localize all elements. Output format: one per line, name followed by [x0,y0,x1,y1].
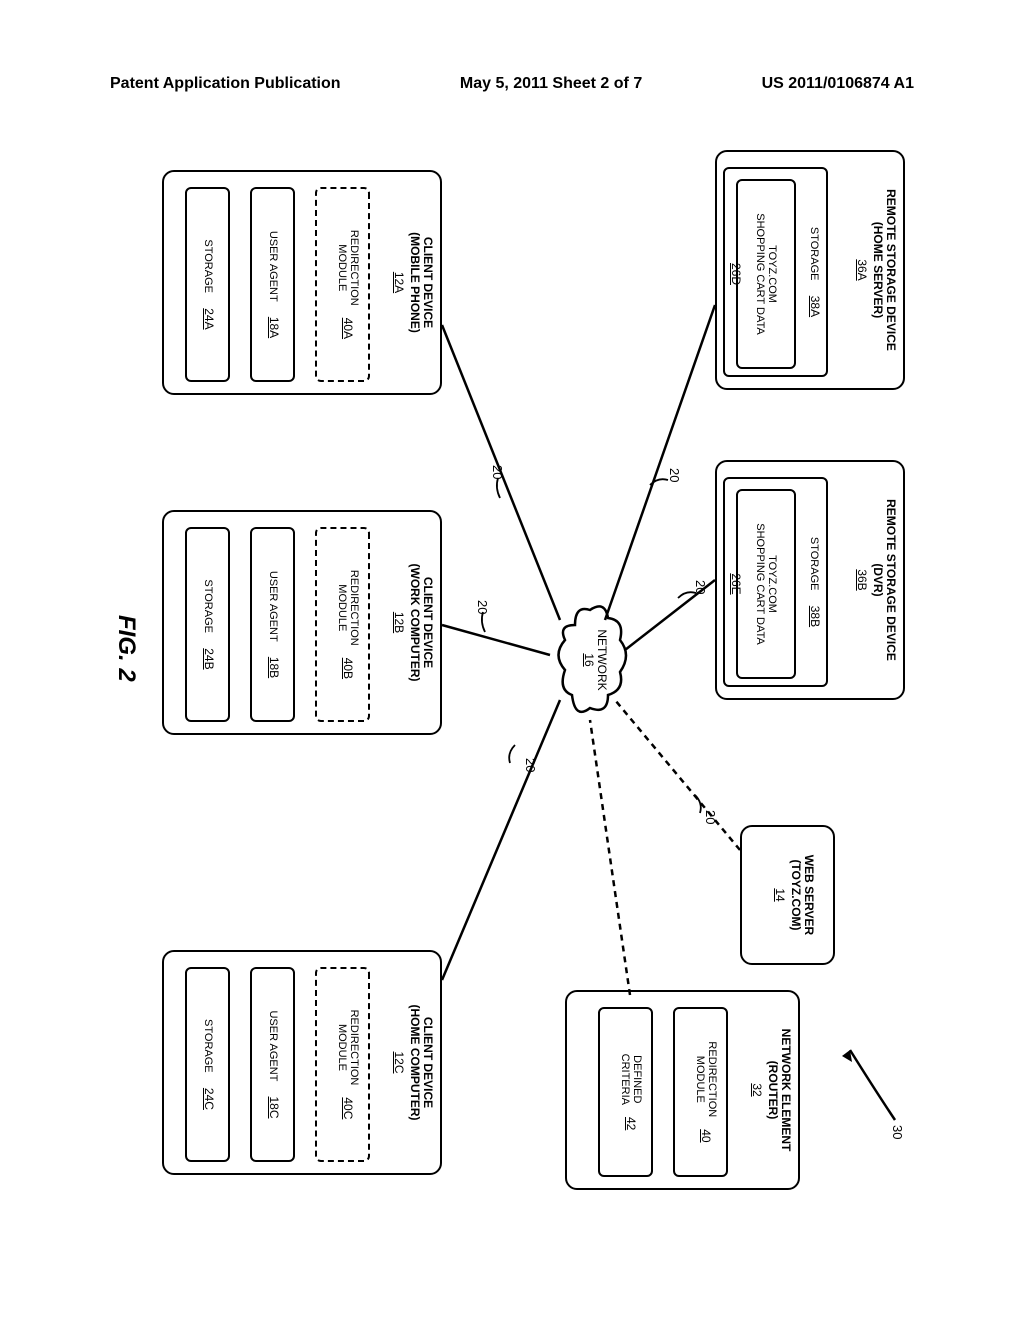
client-c-storage-ref: 24C [202,1088,216,1110]
remote-a-title: REMOTE STORAGE DEVICE (HOME SERVER) [869,152,903,388]
remote-a-storage-ref: 38A [808,296,822,317]
client-a-storage-ref: 24A [202,308,216,329]
client-b-redir-label: REDIRECTION MODULE [336,570,360,646]
client-a-redir: REDIRECTION MODULE 40A [315,187,370,382]
diagram-area: 30 REMOTE STORAGE DEVICE (HOME SERVER) 3… [90,130,930,1220]
remote-b-data-label: TOYZ.COM SHOPPING CART DATA [754,523,778,644]
remote-storage-b: REMOTE STORAGE DEVICE (DVR) 36B STORAGE … [715,460,905,700]
header-left: Patent Application Publication [110,75,341,93]
client-c-redir-label: REDIRECTION MODULE [336,1010,360,1086]
client-c-storage: STORAGE 24C [185,967,230,1162]
page-header: Patent Application Publication May 5, 20… [0,75,1024,93]
webserver-title: WEB SERVER (TOYZ.COM) [787,827,833,963]
header-right: US 2011/0106874 A1 [762,75,914,93]
client-b-ua-ref: 18B [267,657,281,678]
client-b-storage: STORAGE 24B [185,527,230,722]
network-cloud: NETWORK 16 [550,600,630,720]
web-server: WEB SERVER (TOYZ.COM) 14 [740,825,835,965]
remote-b-storage-label: STORAGE [808,537,820,591]
client-c-storage-label: STORAGE [202,1019,214,1073]
leader-20-4: 20 [475,600,490,614]
client-c: CLIENT DEVICE (HOME COMPUTER) 12C REDIRE… [162,950,442,1175]
remote-storage-a: REMOTE STORAGE DEVICE (HOME SERVER) 36A … [715,150,905,390]
client-b-redir: REDIRECTION MODULE 40B [315,527,370,722]
client-b-title: CLIENT DEVICE (WORK COMPUTER) [406,512,440,733]
remote-a-storage-label: STORAGE [808,227,820,281]
client-b-storage-ref: 24B [202,648,216,669]
system-arrow-icon [830,1010,900,1130]
ne-redir: REDIRECTION MODULE 40 [673,1007,728,1177]
leader-20-5: 20 [523,758,538,772]
client-a-storage-label: STORAGE [202,239,214,293]
leader-20-2: 20 [693,580,708,594]
client-a-title: CLIENT DEVICE (MOBILE PHONE) [406,172,440,393]
client-a-storage: STORAGE 24A [185,187,230,382]
remote-a-storage: STORAGE 38A TOYZ.COM SHOPPING CART DATA … [723,167,828,377]
remote-a-data-label: TOYZ.COM SHOPPING CART DATA [754,213,778,334]
ne-criteria-label: DEFINED CRITERIA [619,1054,643,1105]
remote-b-title: REMOTE STORAGE DEVICE (DVR) [869,462,903,698]
client-c-redir-ref: 40C [341,1097,355,1119]
client-c-ua-label: USER AGENT [267,1010,279,1081]
remote-b-data: TOYZ.COM SHOPPING CART DATA 26E [736,489,796,679]
client-c-title: CLIENT DEVICE (HOME COMPUTER) [406,952,440,1173]
ne-criteria: DEFINED CRITERIA 42 [598,1007,653,1177]
network-label: NETWORK 16 [582,600,608,720]
remote-a-ref: 36A [855,152,869,388]
remote-b-ref: 36B [855,462,869,698]
client-a-ua-ref: 18A [267,317,281,338]
client-c-ua: USER AGENT 18C [250,967,295,1162]
client-a-redir-label: REDIRECTION MODULE [336,230,360,306]
remote-b-storage: STORAGE 38B TOYZ.COM SHOPPING CART DATA … [723,477,828,687]
leader-20-1: 20 [667,468,682,482]
client-c-redir: REDIRECTION MODULE 40C [315,967,370,1162]
network-element: NETWORK ELEMENT (ROUTER) 32 REDIRECTION … [565,990,800,1190]
leader-20-6: 20 [703,810,718,824]
ne-redir-label: REDIRECTION MODULE [694,1041,718,1117]
network-ref: 16 [582,600,595,720]
ne-redir-ref: 40 [699,1129,713,1142]
client-b-ua-label: USER AGENT [267,571,279,642]
system-ref: 30 [890,1125,905,1139]
network-text: NETWORK [595,600,608,720]
rotated-diagram: 30 REMOTE STORAGE DEVICE (HOME SERVER) 3… [90,130,930,1220]
client-b-redir-ref: 40B [341,658,355,679]
client-c-ua-ref: 18C [267,1096,281,1118]
client-a-redir-ref: 40A [341,318,355,339]
client-b-storage-label: STORAGE [202,579,214,633]
figure-label: FIG. 2 [112,615,140,682]
client-b-ua: USER AGENT 18B [250,527,295,722]
client-b: CLIENT DEVICE (WORK COMPUTER) 12B REDIRE… [162,510,442,735]
header-center: May 5, 2011 Sheet 2 of 7 [460,75,642,93]
ne-ref: 32 [750,992,764,1188]
client-a: CLIENT DEVICE (MOBILE PHONE) 12A REDIREC… [162,170,442,395]
ne-criteria-ref: 42 [624,1117,638,1130]
leader-20-3: 20 [490,465,505,479]
remote-a-data-ref: 26D [729,263,743,285]
client-a-ref: 12A [392,172,406,393]
client-a-ua: USER AGENT 18A [250,187,295,382]
remote-b-storage-ref: 38B [808,606,822,627]
client-a-ua-label: USER AGENT [267,231,279,302]
remote-a-data: TOYZ.COM SHOPPING CART DATA 26D [736,179,796,369]
client-b-ref: 12B [392,512,406,733]
webserver-ref: 14 [773,827,787,963]
ne-title: NETWORK ELEMENT (ROUTER) [764,992,798,1188]
client-c-ref: 12C [392,952,406,1173]
remote-b-data-ref: 26E [729,573,743,594]
